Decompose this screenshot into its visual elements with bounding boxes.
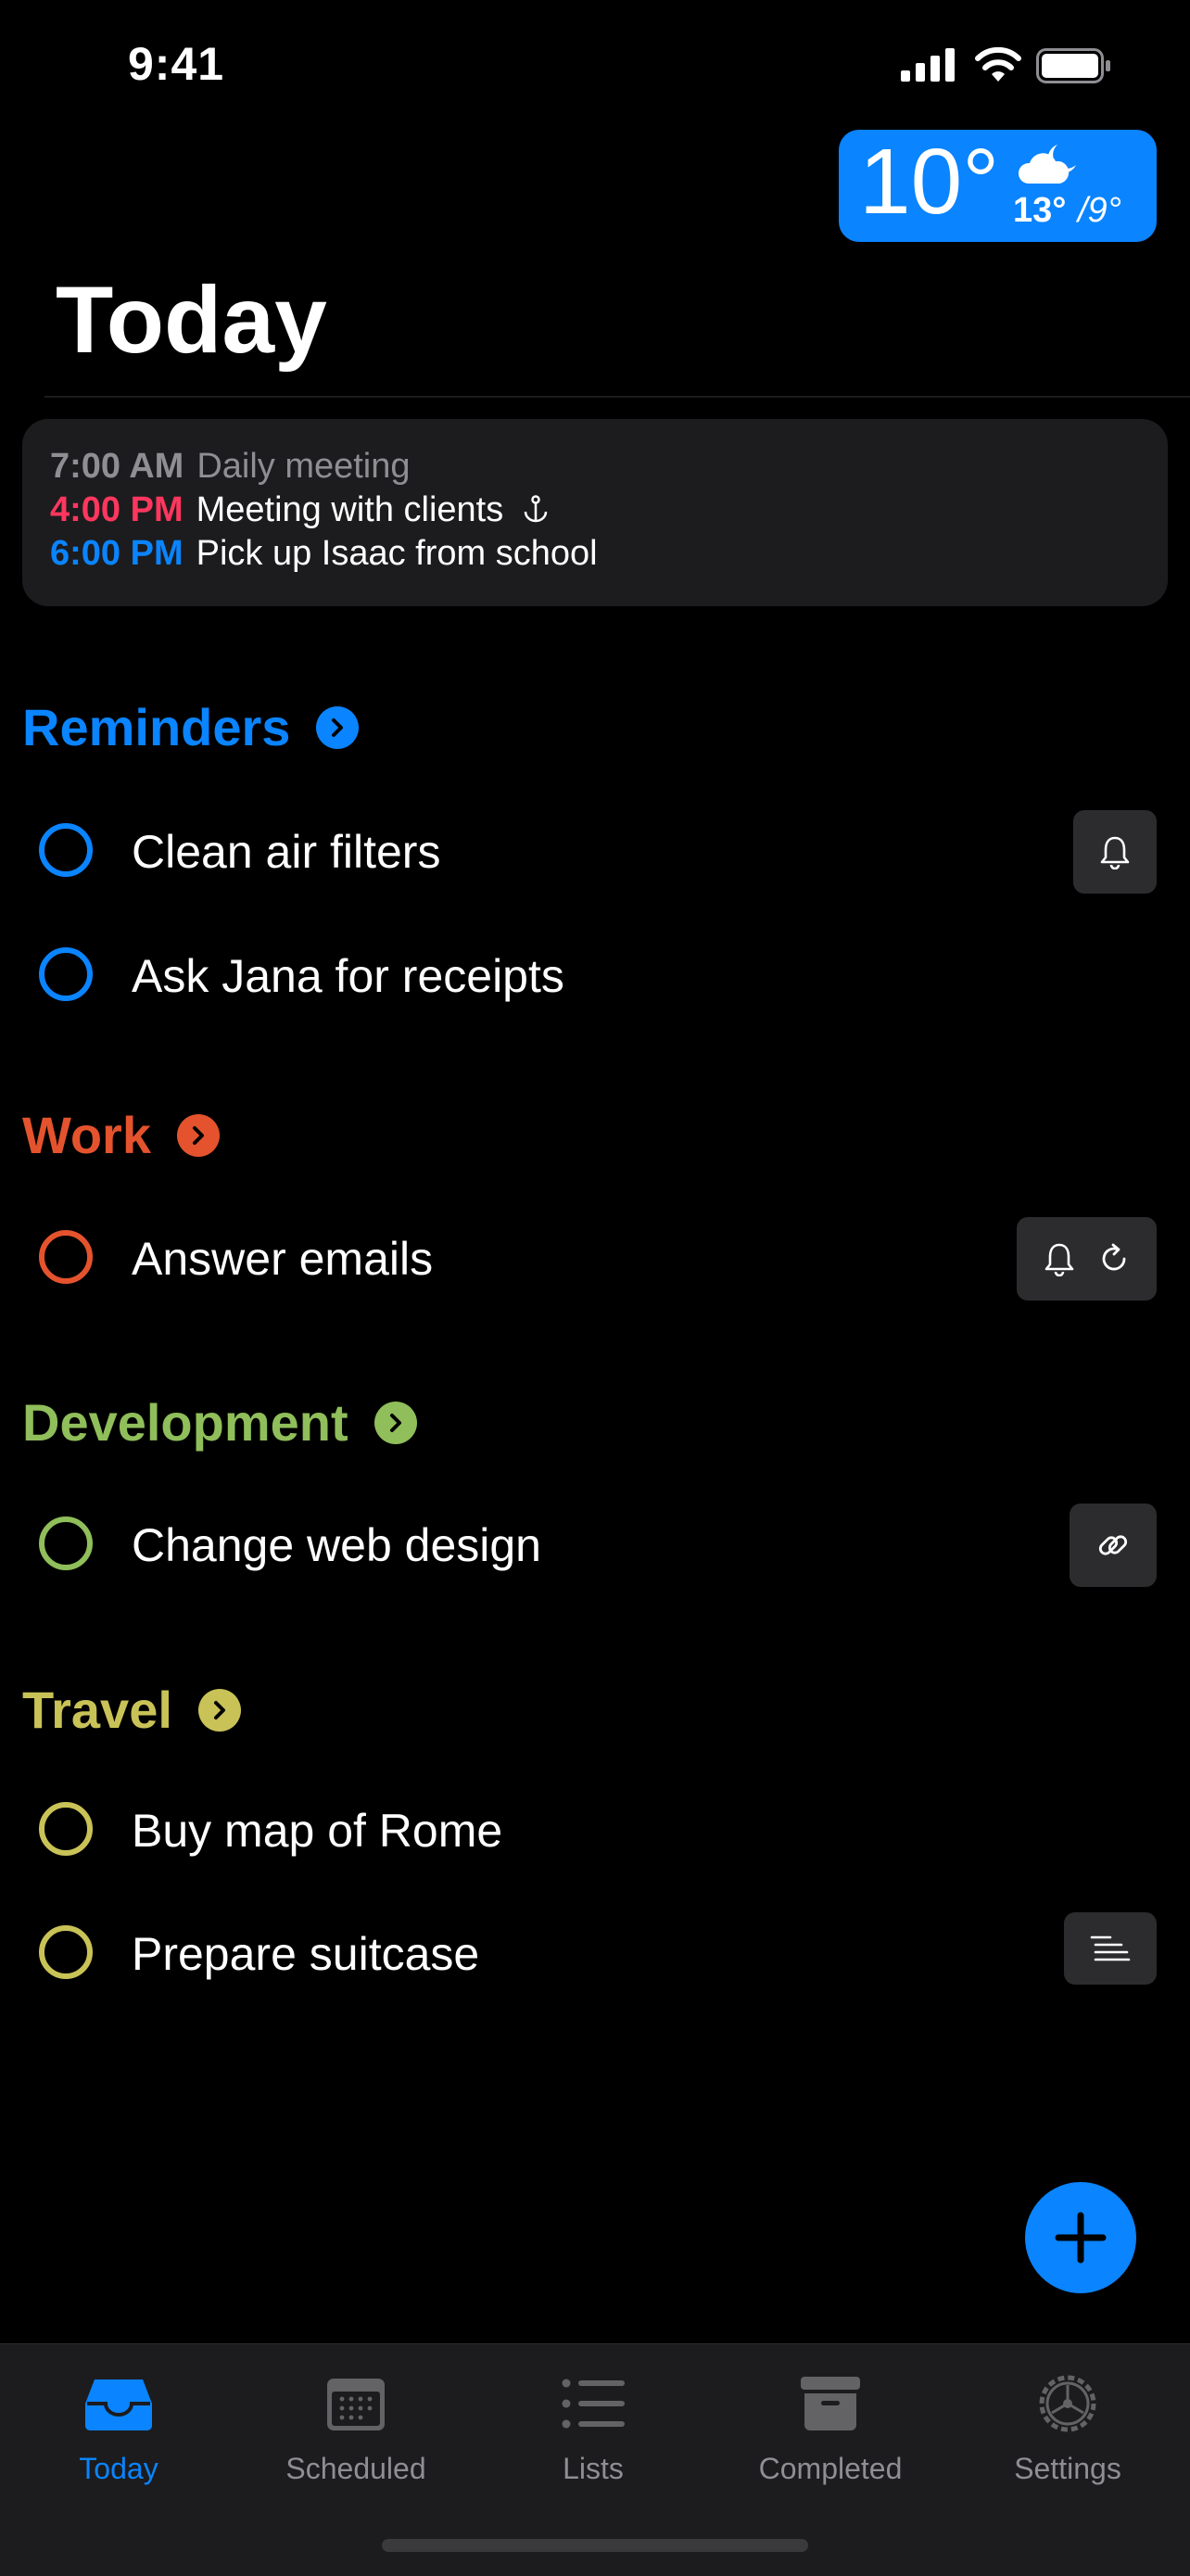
archive-box-icon	[801, 2377, 860, 2430]
section-title: Development	[22, 1393, 348, 1452]
tab-settings[interactable]: Settings	[949, 2367, 1186, 2486]
task-row[interactable]: Change web design	[0, 1504, 1190, 1596]
task-checkbox[interactable]	[39, 1230, 93, 1284]
section-title: Travel	[22, 1681, 172, 1739]
list-icon	[562, 2379, 625, 2429]
event-title: Daily meeting	[196, 447, 411, 486]
gear-icon	[1039, 2375, 1096, 2432]
status-time: 9:41	[128, 38, 225, 90]
tab-completed[interactable]: Completed	[712, 2367, 949, 2486]
bell-icon	[1044, 1243, 1073, 1276]
section-header-development[interactable]: Development	[22, 1392, 417, 1453]
task-checkbox[interactable]	[39, 1925, 93, 1979]
task-label: Buy map of Rome	[132, 1805, 503, 1857]
section-header-travel[interactable]: Travel	[22, 1680, 241, 1740]
event-title: Meeting with clients	[196, 490, 504, 529]
tab-label: Scheduled	[285, 2452, 426, 2485]
header-divider	[44, 396, 1190, 398]
tray-icon	[85, 2379, 152, 2430]
repeat-icon	[1102, 1243, 1125, 1271]
event-time: 4:00 PM	[50, 490, 184, 529]
chevron-right-icon[interactable]	[316, 705, 360, 749]
battery-icon	[1036, 48, 1110, 83]
task-label: Clean air filters	[132, 826, 441, 878]
chevron-right-icon[interactable]	[197, 1688, 241, 1732]
home-indicator[interactable]	[382, 2539, 808, 2552]
cellular-signal-icon	[901, 48, 955, 82]
agenda-event[interactable]: 6:00 PM Pick up Isaac from school	[50, 534, 598, 574]
page-title: Today	[56, 267, 327, 373]
task-row[interactable]: Answer emails	[0, 1217, 1190, 1310]
agenda-event[interactable]: 4:00 PM Meeting with clients	[50, 490, 549, 530]
task-label: Prepare suitcase	[132, 1928, 480, 1980]
wifi-icon	[975, 46, 1021, 82]
tab-label: Lists	[563, 2452, 624, 2485]
event-title: Pick up Isaac from school	[196, 534, 598, 573]
tab-lists[interactable]: Lists	[475, 2367, 712, 2486]
task-checkbox[interactable]	[39, 947, 93, 1001]
cloud-moon-icon	[1018, 145, 1076, 184]
tab-today[interactable]: Today	[0, 2367, 237, 2486]
status-bar: 9:41	[0, 0, 1190, 130]
event-time: 6:00 PM	[50, 534, 184, 573]
agenda-event[interactable]: 7:00 AM Daily meeting	[50, 447, 411, 487]
task-badges[interactable]	[1017, 1217, 1157, 1301]
notes-icon	[1090, 1935, 1131, 1961]
tab-label: Settings	[1014, 2452, 1121, 2485]
task-row[interactable]: Prepare suitcase	[0, 1912, 1190, 2005]
section-title: Work	[22, 1106, 151, 1164]
weather-temperature: 10°	[859, 130, 1000, 234]
weather-widget[interactable]: 10° 13° /9°	[839, 130, 1157, 242]
task-row[interactable]: Clean air filters	[0, 810, 1190, 903]
weather-low: /9°	[1078, 191, 1121, 230]
task-checkbox[interactable]	[39, 823, 93, 877]
tab-label: Today	[79, 2452, 158, 2485]
anchor-icon	[524, 495, 548, 523]
task-checkbox[interactable]	[39, 1516, 93, 1570]
chevron-right-icon[interactable]	[373, 1401, 417, 1444]
event-time: 7:00 AM	[50, 447, 184, 486]
section-header-work[interactable]: Work	[22, 1105, 220, 1165]
section-title: Reminders	[22, 698, 291, 756]
task-badges[interactable]	[1070, 1504, 1157, 1587]
task-checkbox[interactable]	[39, 1802, 93, 1856]
section-header-reminders[interactable]: Reminders	[22, 697, 360, 757]
bell-icon	[1100, 836, 1130, 869]
task-label: Change web design	[132, 1519, 541, 1571]
chevron-right-icon[interactable]	[177, 1113, 220, 1157]
tab-label: Completed	[758, 2452, 903, 2485]
agenda-card[interactable]: 7:00 AM Daily meeting 4:00 PM Meeting with…	[22, 419, 1168, 606]
task-label: Answer emails	[132, 1233, 434, 1285]
task-row[interactable]: Buy map of Rome	[0, 1789, 1190, 1882]
task-badges[interactable]	[1073, 810, 1157, 894]
calendar-icon	[327, 2379, 385, 2430]
task-badges[interactable]	[1064, 1912, 1157, 1985]
task-label: Ask Jana for receipts	[132, 950, 564, 1002]
link-icon	[1098, 1535, 1128, 1555]
task-row[interactable]: Ask Jana for receipts	[0, 934, 1190, 1027]
plus-icon	[1055, 2212, 1107, 2264]
weather-high: 13°	[1013, 191, 1067, 230]
tab-scheduled[interactable]: Scheduled	[237, 2367, 475, 2486]
add-task-button[interactable]	[1025, 2182, 1136, 2293]
